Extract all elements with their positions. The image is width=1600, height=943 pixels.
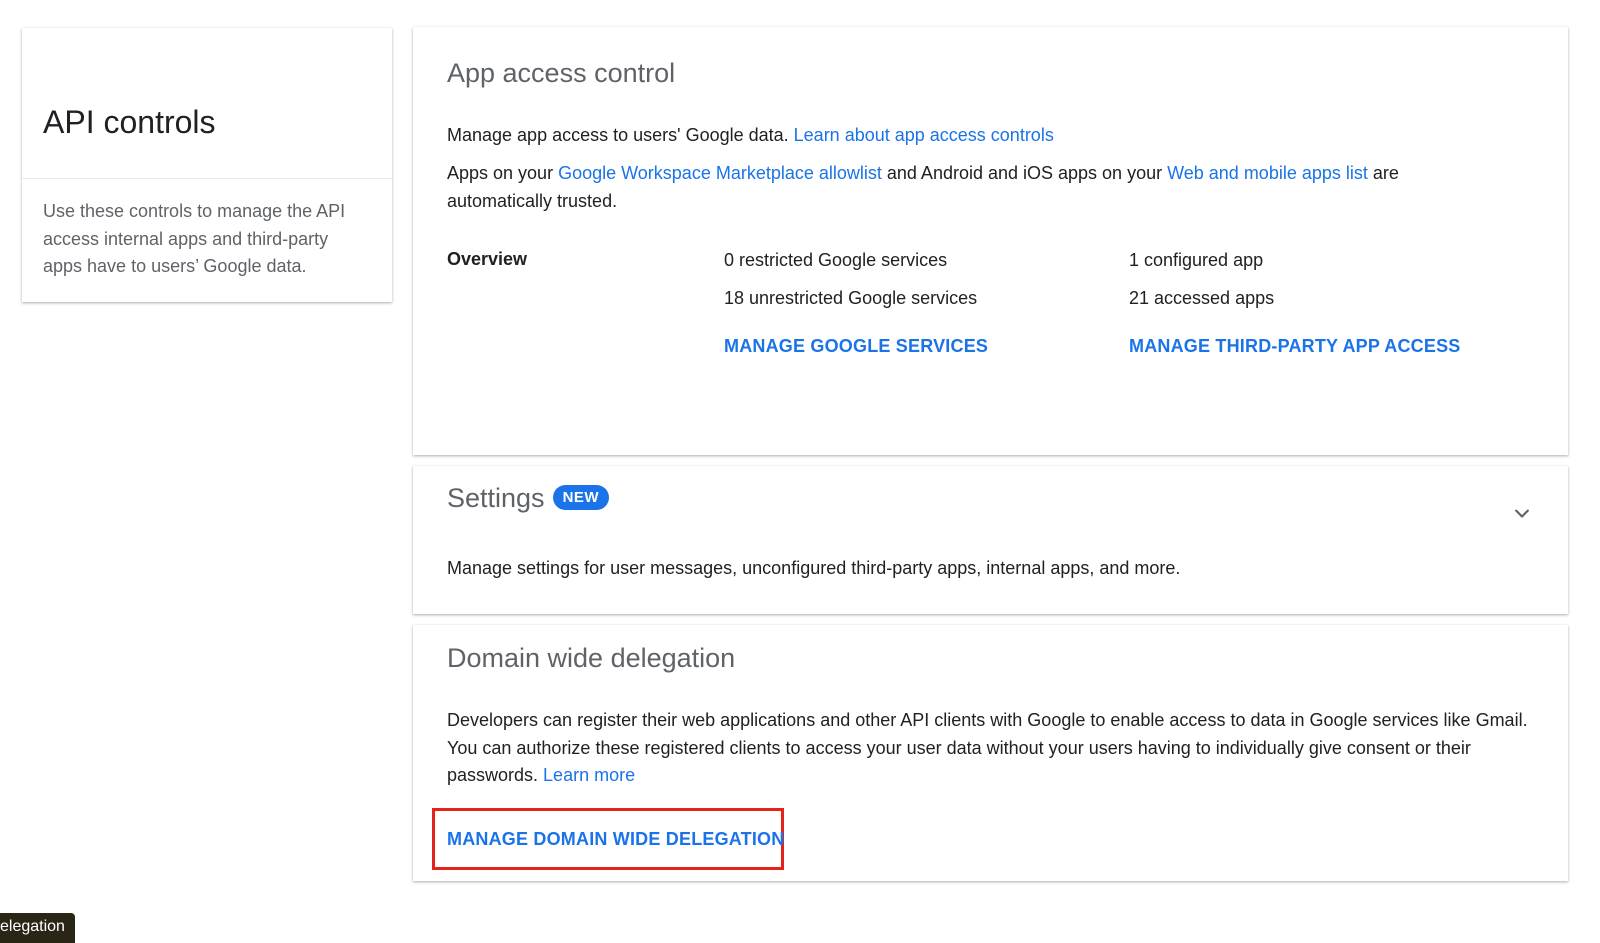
manage-third-party-access-button[interactable]: MANAGE THIRD-PARTY APP ACCESS xyxy=(1129,336,1461,357)
settings-description: Manage settings for user messages, uncon… xyxy=(447,558,1181,578)
page-description: Use these controls to manage the API acc… xyxy=(43,201,346,276)
unrestricted-services-count: 18 unrestricted Google services xyxy=(724,288,978,308)
trusted-middle: and Android and iOS apps on your xyxy=(881,163,1168,183)
settings-title: Settings xyxy=(447,483,545,513)
app-access-title: App access control xyxy=(447,58,676,88)
manage-google-services-button[interactable]: MANAGE GOOGLE SERVICES xyxy=(724,336,988,357)
trusted-apps-text: Apps on your Google Workspace Marketplac… xyxy=(447,160,1487,215)
manage-domain-wide-delegation-button[interactable]: MANAGE DOMAIN WIDE DELEGATION xyxy=(447,829,784,850)
trusted-prefix: Apps on your xyxy=(447,163,559,183)
marketplace-allowlist-link[interactable]: Google Workspace Marketplace allowlist xyxy=(558,163,882,183)
api-controls-card: API controls Use these controls to manag… xyxy=(22,28,392,302)
domain-description: Developers can register their web applic… xyxy=(447,707,1537,790)
configured-app-count: 1 configured app xyxy=(1129,250,1264,270)
new-badge: NEW xyxy=(552,485,610,511)
settings-card[interactable]: Settings NEW Manage settings for user mes… xyxy=(413,466,1568,614)
title-area: API controls xyxy=(22,28,392,179)
settings-title-row: Settings NEW xyxy=(447,483,610,514)
page-title: API controls xyxy=(43,104,216,140)
restricted-services-count: 0 restricted Google services xyxy=(724,250,948,270)
overview-label: Overview xyxy=(447,249,528,269)
domain-title: Domain wide delegation xyxy=(447,643,736,673)
learn-app-access-link[interactable]: Learn about app access controls xyxy=(794,125,1054,145)
app-access-intro: Manage app access to users' Google data.… xyxy=(447,122,1537,150)
intro-text: Manage app access to users' Google data. xyxy=(447,125,794,145)
tooltip: elegation xyxy=(0,913,75,943)
learn-more-link[interactable]: Learn more xyxy=(543,765,635,785)
app-access-control-card: App access control Manage app access to … xyxy=(413,27,1568,455)
chevron-down-icon[interactable] xyxy=(1512,504,1532,524)
web-mobile-apps-link[interactable]: Web and mobile apps list xyxy=(1167,163,1368,183)
accessed-apps-count: 21 accessed apps xyxy=(1129,288,1275,308)
domain-wide-delegation-card: Domain wide delegation Developers can re… xyxy=(413,625,1568,881)
